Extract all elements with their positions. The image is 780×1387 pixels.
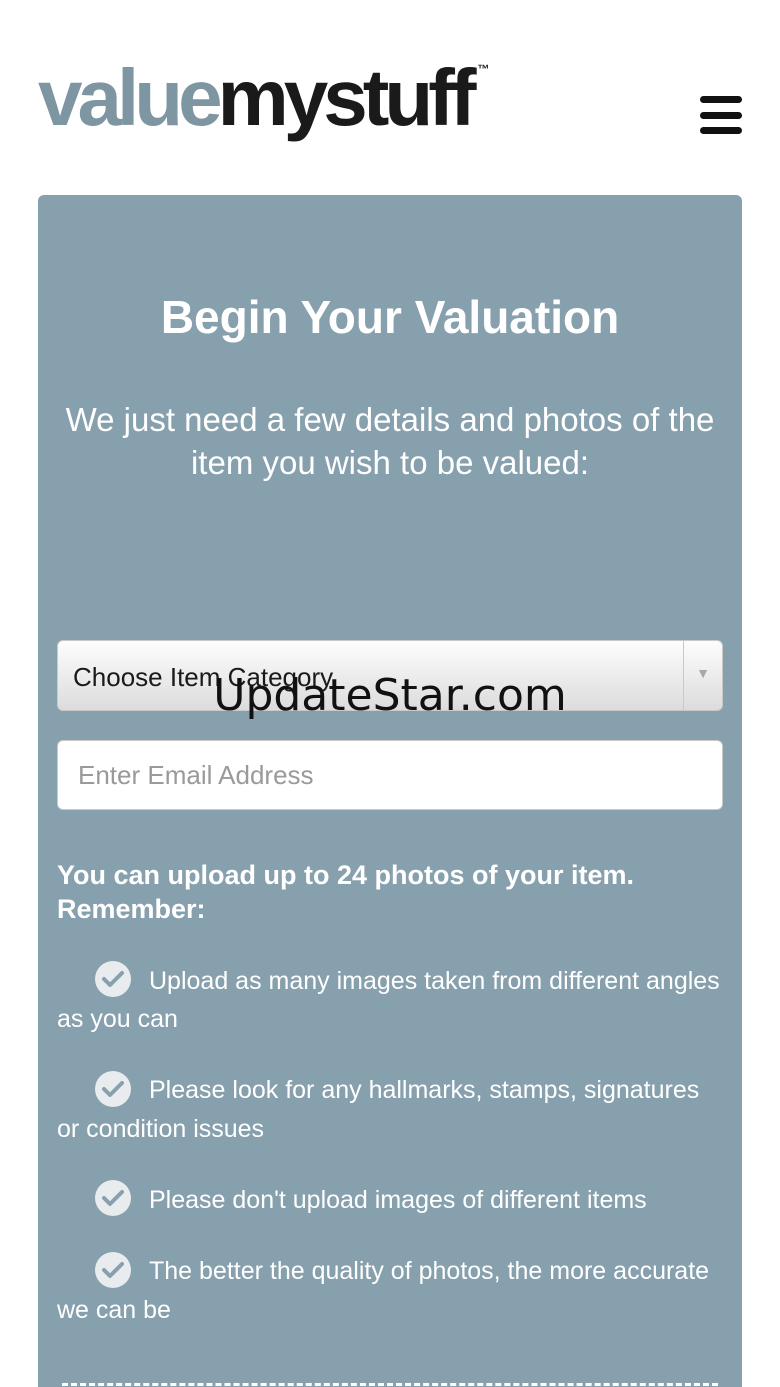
page: value mystuff ™ Begin Your Valuation We …: [0, 0, 780, 1387]
logo[interactable]: value mystuff ™: [38, 58, 489, 138]
list-item: Please look for any hallmarks, stamps, s…: [57, 1070, 727, 1147]
tip-text: Please look for any hallmarks, stamps, s…: [57, 1076, 700, 1143]
checkmark-icon: [95, 1070, 131, 1107]
menu-bar: [700, 96, 742, 103]
logo-trademark: ™: [477, 62, 490, 76]
menu-bar: [700, 127, 742, 134]
upload-dropzone-border[interactable]: [62, 1383, 718, 1386]
dropdown-arrow-icon: ▼: [696, 665, 710, 681]
category-select-value: Choose Item Category: [73, 662, 334, 692]
checkmark-icon: [95, 961, 131, 998]
select-divider: [683, 641, 684, 710]
tips-list: Upload as many images taken from differe…: [57, 961, 727, 1362]
checkmark-icon: [95, 1251, 131, 1288]
hamburger-menu-icon[interactable]: [700, 96, 744, 134]
tip-text: Upload as many images taken from differe…: [57, 967, 720, 1034]
tip-text: The better the quality of photos, the mo…: [57, 1257, 710, 1324]
logo-text-mystuff: mystuff: [217, 53, 477, 142]
tip-text: Please don't upload images of different …: [149, 1185, 647, 1214]
logo-text-value: value: [38, 53, 223, 142]
email-input[interactable]: [57, 740, 723, 810]
page-title: Begin Your Valuation: [160, 291, 620, 343]
checkmark-icon: [95, 1180, 131, 1217]
category-select[interactable]: Choose Item Category ▼: [57, 640, 723, 711]
upload-heading: You can upload up to 24 photos of your i…: [57, 860, 635, 924]
list-item: Please don't upload images of different …: [57, 1180, 727, 1219]
list-item: The better the quality of photos, the mo…: [57, 1251, 727, 1328]
panel-subtitle: We just need a few details and photos of…: [65, 401, 715, 481]
list-item: Upload as many images taken from differe…: [57, 961, 727, 1038]
menu-bar: [700, 111, 742, 119]
